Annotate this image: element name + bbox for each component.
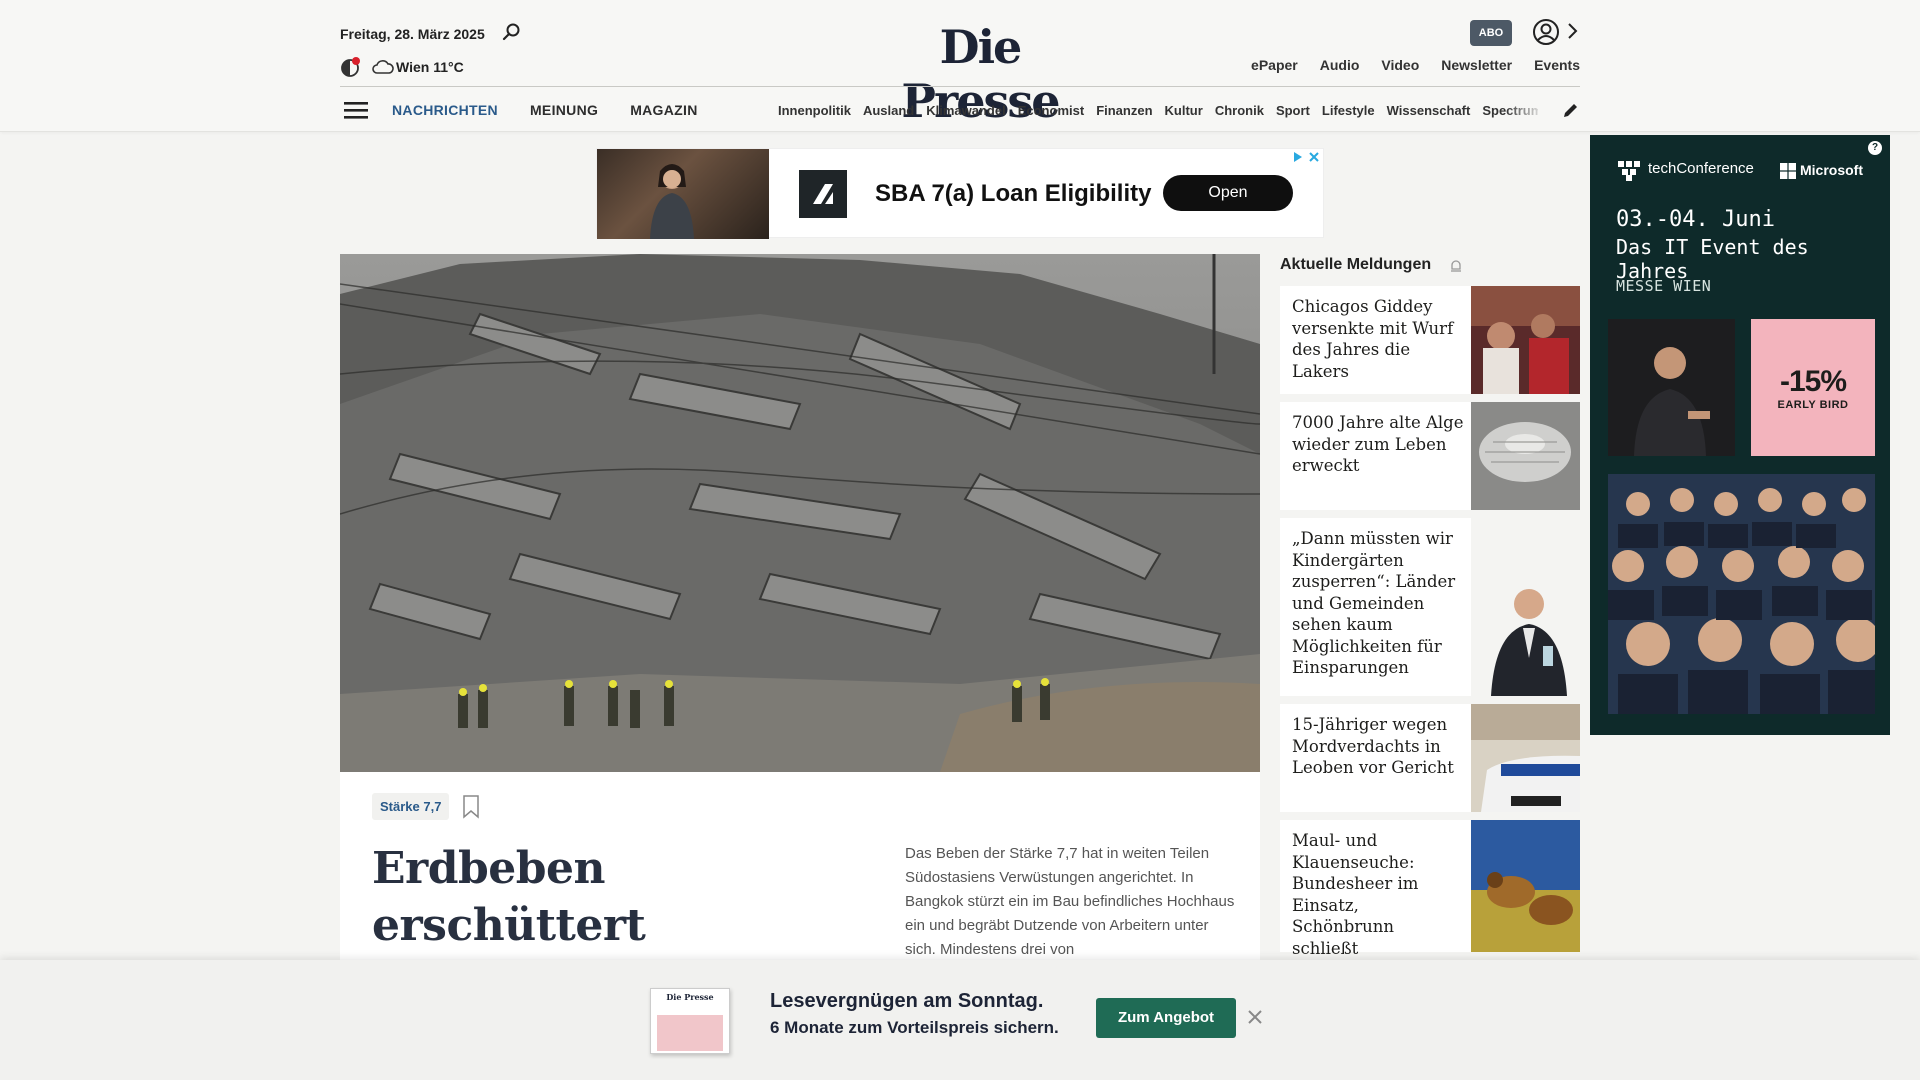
topic-tag[interactable]: Stärke 7,7 — [372, 793, 450, 820]
nav-meinung[interactable]: MEINUNG — [530, 102, 598, 118]
news-list: Chicagos Giddey versenkte mit Wurf des J… — [1280, 286, 1580, 979]
subnav-wissenschaft[interactable]: Wissenschaft — [1387, 103, 1471, 118]
ad-partner: Microsoft — [1800, 162, 1863, 178]
nav-nachrichten[interactable]: NACHRICHTEN — [392, 102, 498, 118]
header-divider — [340, 86, 1580, 87]
side-ad[interactable]: ? techConference Microsoft 03.-04. Juni … — [1590, 135, 1890, 735]
ad-person-image — [650, 164, 694, 239]
subnav-lifestyle[interactable]: Lifestyle — [1322, 103, 1375, 118]
newspaper-masthead: Die Presse — [666, 992, 714, 1002]
news-thumbnail[interactable] — [1471, 704, 1580, 812]
hero-image[interactable] — [340, 254, 1260, 772]
subnav-klimawandel[interactable]: Klimawandel — [926, 103, 1005, 118]
link-audio[interactable]: Audio — [1320, 57, 1360, 73]
ad-speaker-photo — [1608, 319, 1735, 456]
ad-promo: -15% EARLY BIRD — [1751, 319, 1875, 456]
news-title[interactable]: 15-Jähriger wegen Mordverdachts in Leobe… — [1292, 714, 1464, 779]
microsoft-logo-icon — [1780, 163, 1796, 179]
bookmark-icon[interactable] — [462, 795, 480, 819]
top-ad-banner[interactable]: SBA 7(a) Loan Eligibility Open — [596, 148, 1324, 239]
banner-subtitle: 6 Monate zum Vorteilspreis sichern. — [770, 1018, 1059, 1037]
news-title[interactable]: Maul- und Klauenseuche: Bundesheer im Ei… — [1292, 830, 1464, 981]
hamburger-menu-icon[interactable] — [344, 100, 368, 120]
site-header: Freitag, 28. März 2025 Wien 11°C Die Pre… — [0, 0, 1920, 132]
close-icon[interactable] — [1246, 1008, 1264, 1026]
adchoices-icon[interactable] — [1291, 149, 1323, 165]
news-item[interactable]: 7000 Jahre alte Alge wieder zum Leben er… — [1280, 402, 1580, 510]
bell-icon[interactable] — [1449, 259, 1463, 273]
promo-label: EARLY BIRD — [1777, 399, 1849, 411]
abo-button[interactable]: ABO — [1470, 20, 1512, 46]
hero-article[interactable]: Stärke 7,7 Erdbeben erschüttert Thailand… — [340, 254, 1260, 1080]
link-newsletter[interactable]: Newsletter — [1441, 57, 1512, 73]
dark-mode-icon[interactable] — [340, 56, 362, 78]
news-title[interactable]: „Dann müssten wir Kindergärten zusperren… — [1292, 528, 1464, 679]
ad-logo — [799, 170, 847, 218]
nav-magazin[interactable]: MAGAZIN — [630, 102, 697, 118]
subnav-economist[interactable]: Economist — [1018, 103, 1084, 118]
ad-headline: SBA 7(a) Loan Eligibility — [875, 180, 1152, 207]
top-links: ePaper Audio Video Newsletter Events — [1251, 57, 1580, 73]
ad-brand: techConference — [1648, 160, 1754, 177]
subnav-finanzen[interactable]: Finanzen — [1096, 103, 1152, 118]
ad-open-button[interactable]: Open — [1163, 175, 1293, 211]
offer-button[interactable]: Zum Angebot — [1096, 998, 1236, 1038]
news-item[interactable]: Chicagos Giddey versenkte mit Wurf des J… — [1280, 286, 1580, 394]
newspaper-cover-art — [657, 1015, 723, 1051]
news-item[interactable]: Maul- und Klauenseuche: Bundesheer im Ei… — [1280, 820, 1580, 979]
news-item[interactable]: „Dann müssten wir Kindergärten zusperren… — [1280, 518, 1580, 696]
ad-help-icon[interactable]: ? — [1868, 141, 1882, 155]
ad-photo — [597, 149, 769, 239]
weather-label[interactable]: Wien 11°C — [396, 59, 464, 75]
current-date: Freitag, 28. März 2025 — [340, 26, 485, 42]
ad-subtitle: Das IT Event des Jahres — [1616, 235, 1809, 283]
news-thumbnail[interactable] — [1471, 402, 1580, 510]
search-icon[interactable] — [502, 22, 522, 42]
pencil-icon[interactable] — [1562, 101, 1580, 119]
promo-percent: -15% — [1779, 365, 1847, 398]
collapsed-building-photo — [340, 254, 1260, 772]
chevron-right-icon[interactable] — [1566, 22, 1578, 40]
news-thumbnail[interactable] — [1471, 518, 1580, 696]
subnav-chronik[interactable]: Chronik — [1215, 103, 1264, 118]
subnav-innenpolitik[interactable]: Innenpolitik — [778, 103, 851, 118]
link-epaper[interactable]: ePaper — [1251, 57, 1298, 73]
news-heading: Aktuelle Meldungen — [1280, 256, 1432, 273]
cloud-icon — [372, 60, 394, 74]
news-title[interactable]: Chicagos Giddey versenkte mit Wurf des J… — [1292, 296, 1464, 382]
subnav-sport[interactable]: Sport — [1276, 103, 1310, 118]
news-thumbnail[interactable] — [1471, 286, 1580, 394]
ad-crowd-photo — [1608, 474, 1875, 714]
news-item[interactable]: 15-Jähriger wegen Mordverdachts in Leobe… — [1280, 704, 1580, 812]
sub-nav: Innenpolitik Ausland Klimawandel Economi… — [778, 103, 1538, 118]
link-events[interactable]: Events — [1534, 57, 1580, 73]
subnav-kultur[interactable]: Kultur — [1165, 103, 1203, 118]
subnav-ausland[interactable]: Ausland — [863, 103, 914, 118]
user-account-icon[interactable] — [1532, 18, 1560, 46]
ad-date: 03.-04. Juni — [1616, 207, 1775, 232]
newspaper-thumbnail: Die Presse — [650, 988, 730, 1054]
main-nav: NACHRICHTEN MEINUNG MAGAZIN — [392, 102, 698, 118]
ad-location: MESSE WIEN — [1616, 277, 1712, 295]
news-title[interactable]: 7000 Jahre alte Alge wieder zum Leben er… — [1292, 412, 1464, 477]
link-video[interactable]: Video — [1381, 57, 1419, 73]
hero-teaser: Das Beben der Stärke 7,7 hat in weiten T… — [905, 845, 1235, 958]
techconference-logo-icon — [1618, 161, 1640, 181]
news-thumbnail[interactable] — [1471, 820, 1580, 952]
banner-title: Lesevergnügen am Sonntag. — [770, 990, 1044, 1012]
subnav-fade — [1505, 98, 1545, 124]
subscription-banner: Die Presse Lesevergnügen am Sonntag. 6 M… — [0, 960, 1920, 1080]
